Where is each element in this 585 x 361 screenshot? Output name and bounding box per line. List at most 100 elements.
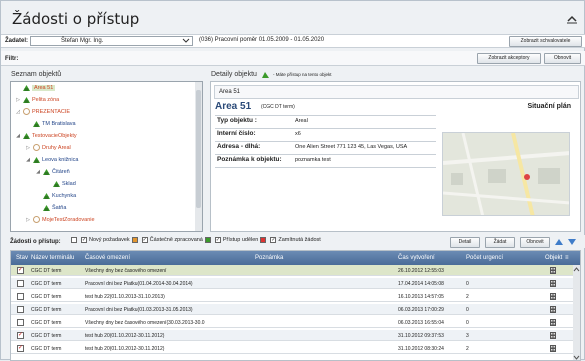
table-row[interactable]: CGC DT term Pracovní dni bez Piatku(01.04… (11, 278, 574, 289)
object-building-icon[interactable] (549, 266, 557, 277)
expand-arrow-icon[interactable]: ◢ (25, 157, 31, 163)
expand-arrow-icon[interactable]: ◿ (15, 109, 21, 115)
cell-terminal: CGC DT term (31, 294, 62, 300)
cell-terminal: CGC DT term (31, 281, 62, 287)
col-time-limit[interactable]: Časové omezení (85, 255, 130, 261)
filter-label: Přístup udělen (222, 237, 259, 243)
row-checkbox[interactable]: ✓ (17, 345, 24, 352)
requester-label: Žadatel: (5, 38, 29, 44)
filter-checkbox[interactable]: ✓ (81, 237, 87, 243)
tree-item[interactable]: ◿ PREZENTACIE (15, 108, 70, 115)
refresh-requests-button[interactable]: Obnovit (520, 237, 550, 248)
arrow-down-icon[interactable] (567, 237, 577, 247)
request-button[interactable]: Žádat (485, 237, 515, 248)
tree-item[interactable]: Area 51 (15, 84, 56, 91)
row-checkbox[interactable]: ✓ (17, 267, 24, 274)
tree-item[interactable]: TM Bratislava (25, 120, 76, 127)
tree-scrollbar[interactable] (195, 82, 202, 231)
tree-item-label: Pelita zóna (32, 96, 60, 103)
object-building-icon[interactable] (549, 279, 557, 290)
tree-item-label: MojeTestZoradovanie (42, 216, 95, 223)
filter-checkbox[interactable]: ✓ (141, 237, 148, 243)
tree-item[interactable]: Kuchynka (35, 192, 76, 199)
col-created[interactable]: Čas vytvoření (398, 255, 435, 261)
object-building-icon (43, 169, 50, 175)
col-object[interactable]: Objekt (545, 255, 562, 261)
tree-item-label: Sklad (62, 180, 76, 187)
object-building-icon[interactable] (549, 318, 557, 329)
tree-item-label: Leova knižnica (42, 156, 79, 163)
expand-arrow-icon[interactable]: ▷ (15, 97, 21, 103)
cell-terminal: CGC DT term (31, 320, 62, 326)
row-checkbox[interactable] (17, 280, 24, 287)
show-acceptors-button[interactable]: Zobrazit akceptory (477, 53, 541, 64)
col-status[interactable]: Stav (16, 255, 28, 261)
tree-item-label: Čitáreň (52, 168, 70, 175)
filter-checkbox[interactable]: ✓ (214, 237, 221, 243)
col-note[interactable]: Poznámka (255, 255, 283, 261)
detail-note-value: poznamka test (295, 157, 331, 163)
cell-urgency: 0 (466, 320, 469, 326)
tree-item[interactable]: ◢ TestovacieObjekty (15, 132, 77, 139)
object-circle-icon (33, 144, 40, 151)
object-building-icon (33, 157, 40, 163)
col-urgency[interactable]: Počet urgencí (466, 255, 503, 261)
situation-map[interactable] (442, 132, 570, 216)
table-scrollbar[interactable] (573, 265, 580, 360)
object-building-icon[interactable] (549, 331, 557, 342)
cell-urgency: 2 (466, 294, 469, 300)
expand-arrow-icon[interactable]: ▷ (25, 145, 31, 151)
tree-item[interactable]: Sklad (45, 180, 76, 187)
cell-limit: test hub 22(01.10.2013-31.10.2013) (85, 294, 165, 300)
table-row[interactable]: CGC DT term Všechny dny bez časového omez… (11, 317, 574, 328)
show-approvers-button[interactable]: Zobrazit schvalovatele (509, 36, 582, 47)
detail-button[interactable]: Detail (450, 237, 480, 248)
expand-arrow-icon[interactable]: ◢ (35, 169, 41, 175)
expand-arrow-icon[interactable]: ◢ (15, 133, 21, 139)
refresh-button[interactable]: Obnovit (544, 53, 581, 64)
cell-terminal: CGC DT term (31, 333, 62, 339)
cell-urgency: 2 (466, 346, 469, 352)
row-checkbox[interactable] (17, 306, 24, 313)
detail-note-label: Poznámka k objektu: (217, 156, 282, 163)
column-menu-icon[interactable]: ≡ (565, 255, 569, 261)
filter-status-icon (71, 237, 77, 243)
filter-status-icon (131, 237, 138, 243)
cell-limit: test hub 20(01.10.2012-30.11.2012) (85, 333, 165, 339)
col-terminal[interactable]: Název terminálu (31, 255, 74, 261)
cell-created: 17.04.2014 14:05:08 (398, 281, 444, 287)
expand-arrow-icon[interactable]: ▷ (25, 217, 31, 223)
object-building-icon (43, 205, 50, 211)
tree-item[interactable]: ▷ Pelita zóna (15, 96, 59, 103)
scroll-up-icon[interactable] (573, 266, 580, 273)
arrow-up-icon[interactable] (554, 237, 564, 247)
tree-item[interactable]: ▷ Druhy Areal (25, 144, 71, 151)
table-row[interactable]: ✓ CGC DT term Všechny dny bez časového ome… (11, 265, 574, 276)
table-row[interactable]: ✓ CGC DT term test hub 20(01.10.2012-30.11… (11, 330, 574, 341)
table-row[interactable]: CGC DT term test hub 22(01.10.2013-31.10.… (11, 291, 574, 302)
tree-item[interactable]: Šatňa (35, 204, 66, 211)
object-building-icon[interactable] (549, 292, 557, 303)
cell-created: 31.10.2012 09:37:53 (398, 333, 444, 339)
row-checkbox[interactable] (17, 293, 24, 300)
tree-item[interactable]: ◢ Čitáreň (35, 168, 70, 175)
row-checkbox[interactable] (17, 319, 24, 326)
table-row[interactable]: CGC DT term Pracovní dni bez Piatku(01.03… (11, 304, 574, 315)
cell-limit: Všechny dny bez časového omezení(30.03.2… (85, 320, 205, 326)
table-row[interactable]: ✓ CGC DT term test hub 20(01.10.2012-30.11… (11, 343, 574, 354)
collapse-icon[interactable] (566, 14, 578, 24)
object-building-icon[interactable] (549, 305, 557, 316)
filter-label: Nový požadavek (89, 237, 130, 243)
tree-item[interactable]: ◢ Leova knižnica (25, 156, 78, 163)
tree-item[interactable]: ▷ MojeTestZoradovanie (25, 216, 95, 223)
filter-label: Zamítnutá žádost (278, 237, 321, 243)
object-building-icon (23, 85, 30, 91)
chevron-down-icon (182, 38, 190, 43)
object-building-icon[interactable] (549, 344, 557, 355)
page-title: Žádosti o přístup (12, 10, 140, 28)
object-tree[interactable]: Area 51 ▷ Pelita zóna ◿ PREZENTACIE TM Bratis… (10, 81, 203, 232)
requester-select[interactable]: Štefan Mgr. Ing. (30, 36, 193, 46)
row-checkbox[interactable]: ✓ (17, 332, 24, 339)
cell-created: 26.10.2012 12:55:03 (398, 268, 444, 274)
filter-checkbox[interactable]: ✓ (270, 237, 277, 243)
